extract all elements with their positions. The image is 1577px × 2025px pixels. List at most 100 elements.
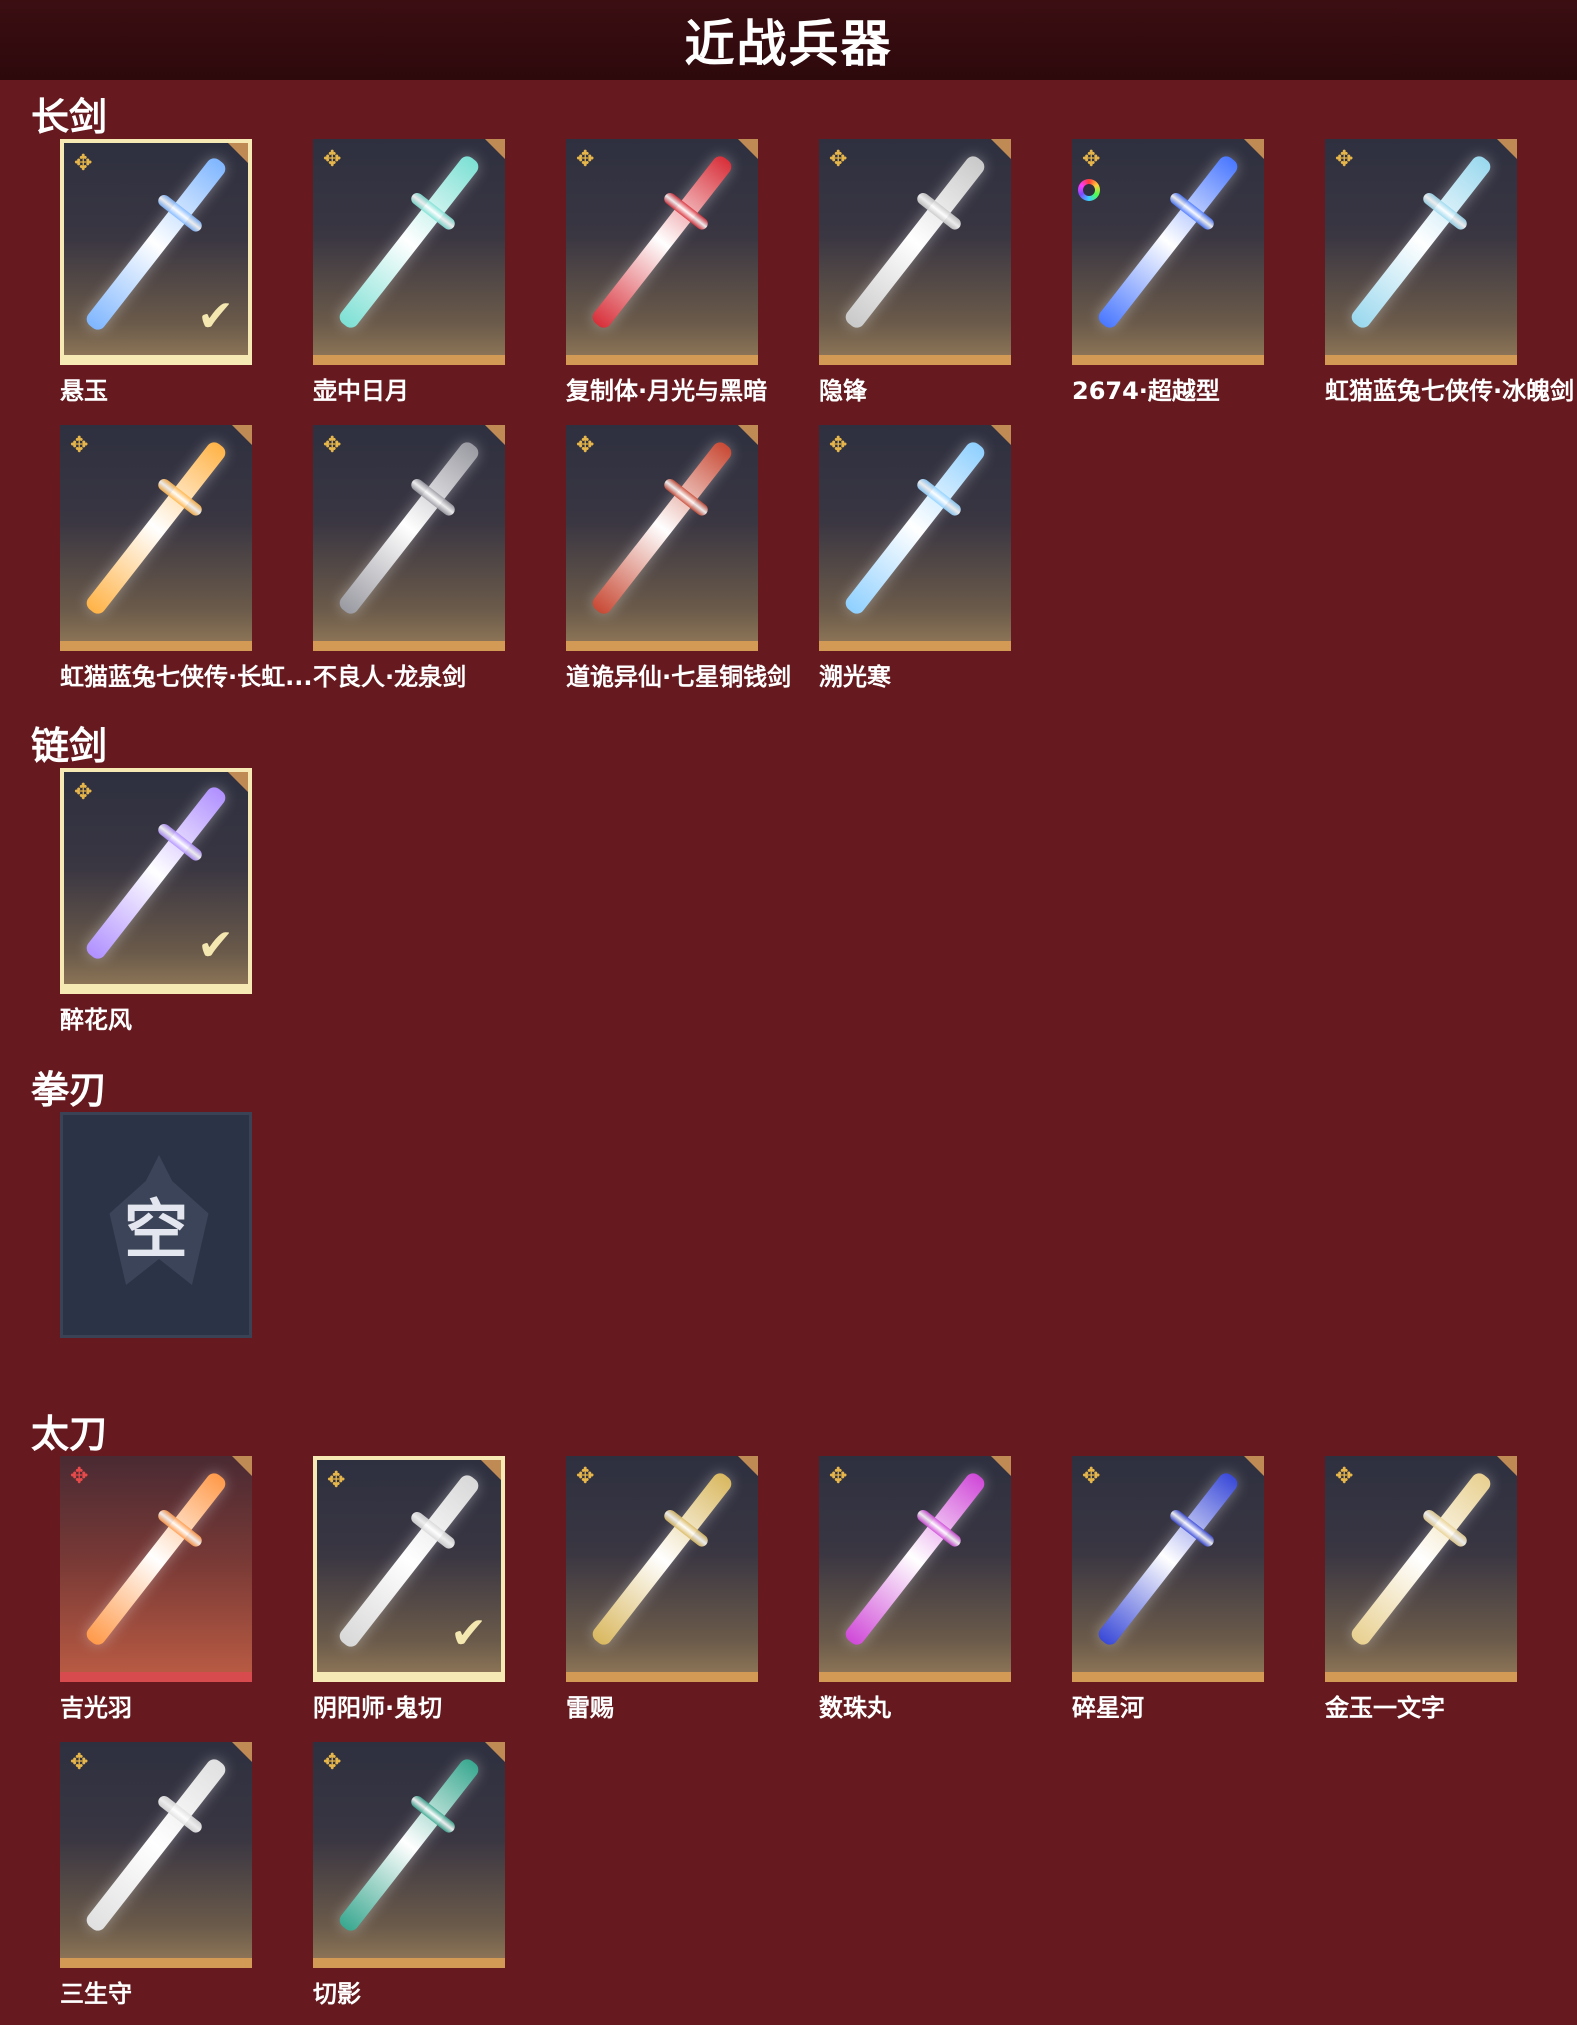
rarity-icon: ✥ bbox=[1082, 147, 1101, 172]
weapon-tile: ✥ ✔ bbox=[60, 139, 252, 365]
weapon-name: 复制体·月光与黑暗 bbox=[566, 377, 768, 405]
weapon-name: 切影 bbox=[313, 1980, 361, 2008]
weapon-name: 壶中日月 bbox=[313, 377, 409, 405]
rarity-icon: ✥ bbox=[74, 151, 93, 176]
corner-tab-icon bbox=[1242, 139, 1264, 161]
weapon-card[interactable]: ✥ 虹猫蓝兔七侠传·冰魄剑 bbox=[1325, 139, 1574, 405]
rarity-icon: ✥ bbox=[70, 433, 89, 458]
corner-tab-icon bbox=[1242, 1456, 1264, 1478]
weapon-card[interactable]: ✥ 溯光寒 bbox=[819, 425, 1011, 691]
weapon-name: 悬玉 bbox=[60, 377, 108, 405]
weapon-tile: ✥ bbox=[313, 139, 505, 365]
weapon-card[interactable]: ✥ 切影 bbox=[313, 1742, 505, 2008]
empty-weapon-slot[interactable]: 空 bbox=[60, 1112, 252, 1338]
weapon-card[interactable]: ✥ 壶中日月 bbox=[313, 139, 505, 405]
weapon-name: 金玉一文字 bbox=[1325, 1694, 1445, 1722]
section-title: 长剑 bbox=[31, 95, 108, 139]
corner-tab-icon bbox=[736, 139, 758, 161]
weapon-image bbox=[336, 439, 482, 617]
empty-slot-icon: 空 bbox=[63, 1115, 249, 1335]
weapon-name: 道诡异仙·七星铜钱剑 bbox=[566, 663, 792, 691]
corner-tab-icon bbox=[1495, 1456, 1517, 1478]
corner-tab-icon bbox=[230, 1456, 252, 1478]
weapon-tile: ✥ bbox=[60, 1742, 252, 1968]
weapon-card[interactable]: ✥ 金玉一文字 bbox=[1325, 1456, 1517, 1722]
weapon-tile: ✥ bbox=[819, 425, 1011, 651]
weapon-card[interactable]: ✥ 复制体·月光与黑暗 bbox=[566, 139, 767, 405]
rarity-icon: ✥ bbox=[1335, 147, 1354, 172]
weapon-image bbox=[589, 153, 735, 331]
equipped-check-icon: ✔ bbox=[197, 920, 234, 971]
weapon-tile: ✥ bbox=[1325, 1456, 1517, 1682]
corner-tab-icon bbox=[483, 1742, 505, 1764]
weapon-name: 溯光寒 bbox=[819, 663, 891, 691]
section-title: 拳刃 bbox=[31, 1068, 108, 1112]
page-title: 近战兵器 bbox=[684, 15, 893, 73]
rarity-icon: ✥ bbox=[70, 1464, 89, 1489]
weapon-tile: ✥ bbox=[313, 425, 505, 651]
weapon-name: 隐锋 bbox=[819, 377, 867, 405]
equipped-check-icon: ✔ bbox=[450, 1608, 487, 1659]
weapon-name: 醉花风 bbox=[60, 1006, 132, 1034]
rarity-icon: ✥ bbox=[323, 147, 342, 172]
corner-tab-icon bbox=[1495, 139, 1517, 161]
weapon-card[interactable]: ✥ 隐锋 bbox=[819, 139, 1011, 405]
weapon-image bbox=[1095, 1470, 1241, 1648]
weapon-card[interactable]: ✥ 道诡异仙·七星铜钱剑 bbox=[566, 425, 791, 691]
rarity-icon: ✥ bbox=[74, 780, 93, 805]
weapon-tile: ✥ bbox=[1325, 139, 1517, 365]
weapon-card[interactable]: ✥ 碎星河 bbox=[1072, 1456, 1264, 1722]
weapon-image bbox=[83, 439, 229, 617]
weapon-name: 阴阳师·鬼切 bbox=[313, 1694, 443, 1722]
weapon-name: 碎星河 bbox=[1072, 1694, 1144, 1722]
weapon-card[interactable]: ✥ 不良人·龙泉剑 bbox=[313, 425, 505, 691]
weapon-name: 雷赐 bbox=[566, 1694, 614, 1722]
weapon-card[interactable]: ✥ 三生守 bbox=[60, 1742, 252, 2008]
corner-tab-icon bbox=[483, 425, 505, 447]
color-variant-icon bbox=[1078, 179, 1100, 201]
weapon-image bbox=[336, 1756, 482, 1934]
weapon-tile: ✥ bbox=[60, 425, 252, 651]
section-title: 太刀 bbox=[31, 1412, 108, 1456]
weapon-tile: ✥ ✔ bbox=[313, 1456, 505, 1682]
weapon-name: 数珠丸 bbox=[819, 1694, 891, 1722]
weapon-card[interactable]: ✥ 2674·超越型 bbox=[1072, 139, 1264, 405]
weapon-image bbox=[83, 1470, 229, 1648]
weapon-name: 不良人·龙泉剑 bbox=[313, 663, 467, 691]
weapon-card[interactable]: ✥ 虹猫蓝兔七侠传·长虹... bbox=[60, 425, 312, 691]
weapon-card[interactable]: ✥ ✔ 悬玉 bbox=[60, 139, 252, 405]
rarity-icon: ✥ bbox=[327, 1468, 346, 1493]
weapon-tile: 空 bbox=[60, 1112, 252, 1338]
weapon-tile: ✥ bbox=[60, 1456, 252, 1682]
weapon-image bbox=[1348, 153, 1494, 331]
weapon-name: 虹猫蓝兔七侠传·长虹... bbox=[60, 663, 313, 691]
weapon-image bbox=[83, 1756, 229, 1934]
empty-label: 空 bbox=[124, 1194, 188, 1268]
weapon-name: 虹猫蓝兔七侠传·冰魄剑 bbox=[1325, 377, 1575, 405]
weapon-card[interactable]: ✥ 雷赐 bbox=[566, 1456, 758, 1722]
weapon-tile: ✥ bbox=[1072, 139, 1264, 365]
corner-tab-icon bbox=[230, 1742, 252, 1764]
weapon-tile: ✥ bbox=[566, 425, 758, 651]
weapon-tile: ✥ bbox=[1072, 1456, 1264, 1682]
weapon-card[interactable]: ✥ ✔ 阴阳师·鬼切 bbox=[313, 1456, 505, 1722]
corner-tab-icon bbox=[226, 143, 248, 165]
weapon-card[interactable]: ✥ 数珠丸 bbox=[819, 1456, 1011, 1722]
weapon-tile: ✥ bbox=[313, 1742, 505, 1968]
weapon-card[interactable]: ✥ 吉光羽 bbox=[60, 1456, 252, 1722]
rarity-icon: ✥ bbox=[829, 147, 848, 172]
weapon-image bbox=[842, 439, 988, 617]
rarity-icon: ✥ bbox=[1335, 1464, 1354, 1489]
weapon-name: 2674·超越型 bbox=[1072, 377, 1220, 405]
weapon-tile: ✥ ✔ bbox=[60, 768, 252, 994]
corner-tab-icon bbox=[483, 139, 505, 161]
weapon-image bbox=[589, 1470, 735, 1648]
weapon-card[interactable]: ✥ ✔ 醉花风 bbox=[60, 768, 252, 1034]
rarity-icon: ✥ bbox=[829, 1464, 848, 1489]
weapon-name: 吉光羽 bbox=[60, 1694, 132, 1722]
corner-tab-icon bbox=[226, 772, 248, 794]
weapon-image bbox=[842, 1470, 988, 1648]
corner-tab-icon bbox=[230, 425, 252, 447]
weapon-image bbox=[1095, 153, 1241, 331]
corner-tab-icon bbox=[479, 1460, 501, 1482]
